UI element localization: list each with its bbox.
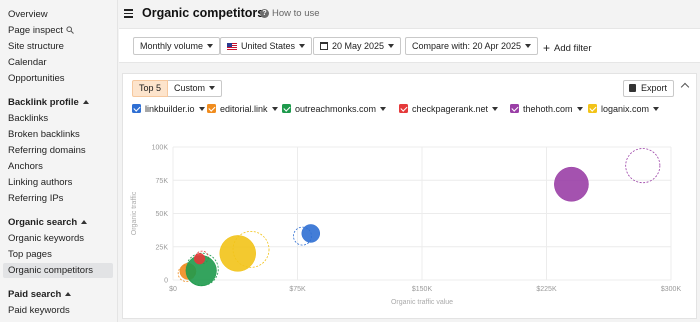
sidebar-item-label: Referring domains	[8, 145, 86, 156]
sidebar-item-top-pages[interactable]: Top pages	[8, 247, 52, 262]
sidebar-item-referring-domains[interactable]: Referring domains	[8, 143, 86, 158]
bubble-previous	[625, 148, 661, 184]
add-filter-button[interactable]: + Add filter	[543, 41, 592, 55]
sidebar-item-label: Referring IPs	[8, 193, 64, 204]
caret-up-icon	[65, 292, 72, 296]
bubble-current	[219, 235, 256, 272]
chevron-down-icon	[525, 44, 532, 48]
y-tick-label: 50K	[156, 211, 169, 218]
plus-icon: +	[543, 41, 551, 55]
us-flag-icon	[227, 42, 237, 50]
x-tick-label: $75K	[289, 286, 306, 293]
help-icon[interactable]: ?	[260, 9, 269, 18]
x-axis-title: Organic traffic value	[391, 299, 453, 306]
country-dropdown[interactable]: United States	[220, 37, 313, 55]
sidebar-item-label: Paid keywords	[8, 305, 70, 316]
bubble-chart: $0 $75K $150K $225K $300K 0 25K 50K 75K 100K Organ…	[131, 145, 682, 307]
sidebar-item-label: Linking authors	[8, 177, 73, 188]
calendar-icon	[320, 41, 328, 50]
sidebar-item-label: Page inspect	[8, 25, 63, 36]
sidebar-section-label: Paid search	[8, 289, 62, 300]
main-content: Organic competitors ? How to use Monthly…	[119, 0, 700, 322]
chevron-down-icon	[207, 44, 214, 48]
x-tick-label: $150K	[412, 286, 433, 293]
menu-icon[interactable]	[124, 9, 133, 18]
y-tick-label: 25K	[156, 244, 169, 251]
sidebar-section-organic-search[interactable]: Organic search	[8, 215, 88, 230]
sidebar-item-label: Calendar	[8, 57, 47, 68]
sidebar-item-label: Top pages	[8, 249, 52, 260]
x-tick-label: $225K	[536, 286, 557, 293]
y-tick-label: 0	[164, 278, 168, 285]
sidebar-section-label: Backlink profile	[8, 97, 79, 108]
x-tick-label: $300K	[661, 286, 682, 293]
sidebar-item-organic-competitors[interactable]: Organic competitors	[3, 263, 113, 278]
sidebar-item-page-inspect[interactable]: Page inspect	[8, 23, 74, 38]
x-tick-label: $0	[169, 286, 177, 293]
sidebar-item-paid-keywords[interactable]: Paid keywords	[8, 303, 70, 318]
sidebar-section-label: Organic search	[8, 217, 78, 228]
monthly-volume-label: Monthly volume	[140, 41, 204, 51]
sidebar-item-organic-keywords[interactable]: Organic keywords	[8, 231, 84, 246]
sidebar-item-label: Backlinks	[8, 113, 49, 124]
search-icon	[66, 26, 74, 34]
country-label: United States	[241, 41, 296, 51]
competitors-chart-card: Top 5 Custom Export linkbuilder.io editor…	[122, 73, 697, 319]
sidebar-item-anchors[interactable]: Anchors	[8, 159, 43, 174]
page-title: Organic competitors	[142, 6, 265, 20]
sidebar-item-referring-ips[interactable]: Referring IPs	[8, 191, 63, 206]
bubble-current	[301, 224, 321, 243]
bubble-current	[554, 166, 589, 202]
caret-up-icon	[82, 100, 89, 104]
sidebar: Overview Page inspect Site structure Cal…	[0, 0, 118, 322]
sidebar-item-calendar[interactable]: Calendar	[8, 55, 47, 70]
sidebar-item-label: Organic competitors	[8, 265, 94, 276]
sidebar-item-label: Organic keywords	[8, 233, 85, 244]
sidebar-item-label: Site structure	[8, 41, 64, 52]
caret-up-icon	[81, 220, 88, 224]
sidebar-item-linking-authors[interactable]: Linking authors	[8, 175, 72, 190]
sidebar-item-label: Anchors	[8, 161, 43, 172]
y-tick-label: 75K	[156, 178, 169, 185]
sidebar-item-backlinks[interactable]: Backlinks	[8, 111, 48, 126]
compare-dropdown[interactable]: Compare with: 20 Apr 2025	[405, 37, 539, 55]
compare-label: Compare with: 20 Apr 2025	[412, 41, 522, 51]
sidebar-item-label: Broken backlinks	[8, 129, 80, 140]
how-to-use-link[interactable]: How to use	[272, 8, 320, 19]
bubble-current	[193, 253, 206, 265]
chevron-down-icon	[388, 44, 395, 48]
sidebar-item-site-structure[interactable]: Site structure	[8, 39, 64, 54]
sidebar-item-opportunities[interactable]: Opportunities	[8, 71, 65, 86]
date-label: 20 May 2025	[332, 41, 385, 51]
chevron-down-icon	[299, 44, 306, 48]
sidebar-section-backlink-profile[interactable]: Backlink profile	[8, 95, 89, 110]
filter-bar: Monthly volume United States 20 May 2025…	[119, 28, 700, 63]
sidebar-item-broken-backlinks[interactable]: Broken backlinks	[8, 127, 80, 142]
sidebar-section-paid-search[interactable]: Paid search	[8, 287, 72, 302]
add-filter-label: Add filter	[554, 43, 592, 54]
date-picker[interactable]: 20 May 2025	[313, 37, 402, 55]
sidebar-item-label: Opportunities	[8, 73, 65, 84]
y-tick-label: 100K	[152, 145, 169, 152]
sidebar-item-label: Overview	[8, 9, 48, 20]
y-axis-title: Organic traffic	[131, 191, 138, 235]
sidebar-item-overview[interactable]: Overview	[8, 7, 48, 22]
monthly-volume-dropdown[interactable]: Monthly volume	[133, 37, 221, 55]
